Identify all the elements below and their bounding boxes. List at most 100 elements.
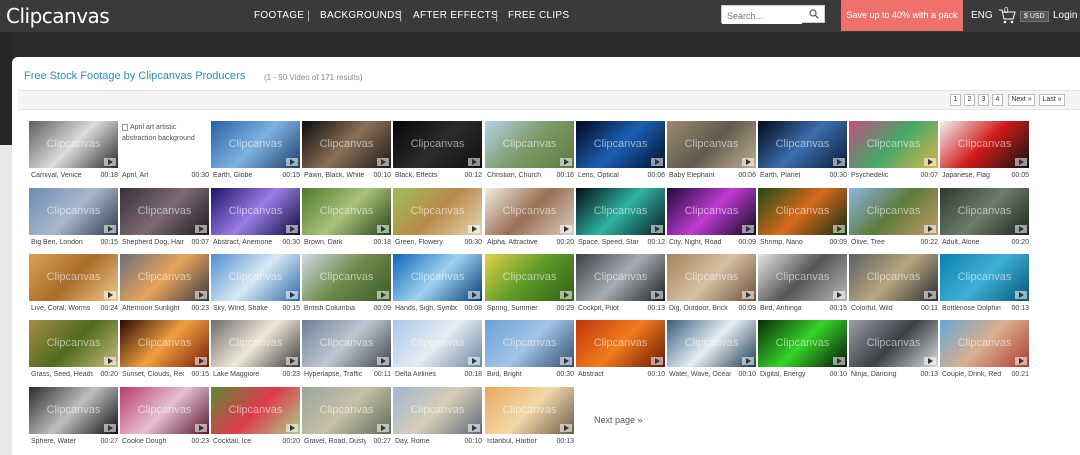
nav-free-clips[interactable]: FREE CLIPS	[508, 10, 569, 21]
clip-thumbnail[interactable]: Clipcanvas	[393, 188, 482, 235]
play-icon[interactable]	[286, 291, 298, 299]
play-icon[interactable]	[377, 357, 389, 365]
play-icon[interactable]	[560, 225, 572, 233]
currency-selector[interactable]: $ USD	[1020, 11, 1049, 22]
clip-thumbnail[interactable]: Clipcanvas	[29, 254, 118, 301]
clip-title[interactable]: City, Night, Road	[669, 239, 721, 246]
page-3-button[interactable]: 3	[978, 94, 989, 106]
clip-title[interactable]: Abstract	[578, 371, 604, 378]
play-icon[interactable]	[742, 225, 754, 233]
play-icon[interactable]	[377, 291, 389, 299]
clip-title[interactable]: Live, Coral, Worms	[31, 305, 90, 312]
page-4-button[interactable]: 4	[992, 94, 1003, 106]
nav-footage[interactable]: FOOTAGE	[254, 10, 304, 21]
play-icon[interactable]	[1015, 291, 1027, 299]
clip-title[interactable]: Green, Flowery	[395, 239, 443, 246]
play-icon[interactable]	[104, 357, 116, 365]
clip-title[interactable]: Cockpit, Pilot	[578, 305, 619, 312]
play-icon[interactable]	[742, 291, 754, 299]
clip-thumbnail[interactable]: Clipcanvas	[120, 254, 209, 301]
play-icon[interactable]	[560, 424, 572, 432]
clip-title[interactable]: Ninja, Dancing	[851, 371, 897, 378]
clip-title[interactable]: Day, Rome	[395, 438, 430, 445]
clip-title[interactable]: Shepherd Dog, Hair	[122, 239, 184, 246]
clip-title[interactable]: Big Ben, London	[31, 239, 83, 246]
play-icon[interactable]	[742, 357, 754, 365]
clip-title[interactable]: Earth, Globe	[213, 172, 252, 179]
clip-title[interactable]: British Columbia	[304, 305, 355, 312]
play-icon[interactable]	[377, 424, 389, 432]
clip-thumbnail[interactable]: Clipcanvas	[485, 254, 574, 301]
clip-thumbnail[interactable]: Clipcanvas	[302, 121, 391, 168]
clip-title[interactable]: Gravel, Road, Dusty	[304, 438, 366, 445]
clip-thumbnail[interactable]: Clipcanvas	[29, 188, 118, 235]
clip-title[interactable]: Abstract, Anemone	[213, 239, 272, 246]
search-input[interactable]	[722, 8, 802, 24]
last-button[interactable]: Last »	[1039, 94, 1065, 106]
play-icon[interactable]	[833, 291, 845, 299]
page-1-button[interactable]: 1	[950, 94, 961, 106]
clip-thumbnail[interactable]: Clipcanvas	[758, 320, 847, 367]
clip-thumbnail[interactable]: Clipcanvas	[940, 320, 1029, 367]
clip-title[interactable]: Lens, Optical	[578, 172, 619, 179]
clip-title[interactable]: Space, Speed, Star	[578, 239, 639, 246]
clip-title[interactable]: Shrimp, Nano	[760, 239, 803, 246]
clip-title[interactable]: Couple, Drink, Red	[942, 371, 1001, 378]
clip-thumbnail[interactable]: Clipcanvas	[576, 320, 665, 367]
play-icon[interactable]	[833, 357, 845, 365]
play-icon[interactable]	[1015, 357, 1027, 365]
clip-title[interactable]: Cocktail, Ice	[213, 438, 251, 445]
clip-thumbnail[interactable]: Clipcanvas	[211, 254, 300, 301]
clip-thumbnail[interactable]: Clipcanvas	[940, 188, 1029, 235]
play-icon[interactable]	[286, 424, 298, 432]
clip-title[interactable]: Bottlenose Dolphin	[942, 305, 1001, 312]
play-icon[interactable]	[560, 357, 572, 365]
clip-thumbnail[interactable]: Clipcanvas	[849, 254, 938, 301]
clip-thumbnail[interactable]: Clipcanvas	[302, 254, 391, 301]
play-icon[interactable]	[833, 225, 845, 233]
clip-thumbnail[interactable]: Clipcanvas	[302, 188, 391, 235]
clip-thumbnail[interactable]: Clipcanvas	[849, 121, 938, 168]
clip-thumbnail[interactable]: Clipcanvas	[940, 254, 1029, 301]
clip-thumbnail[interactable]: Clipcanvas	[393, 387, 482, 434]
clip-title[interactable]: Grass, Seed, Heads	[31, 371, 93, 378]
clip-title[interactable]: Christian, Church	[487, 172, 541, 179]
play-icon[interactable]	[560, 291, 572, 299]
play-icon[interactable]	[1015, 225, 1027, 233]
clip-thumbnail[interactable]: Clipcanvas	[940, 121, 1029, 168]
clip-thumbnail[interactable]: Clipcanvas	[849, 188, 938, 235]
clip-thumbnail[interactable]: Clipcanvas	[211, 320, 300, 367]
play-icon[interactable]	[377, 158, 389, 166]
clip-thumbnail[interactable]: Clipcanvas	[576, 121, 665, 168]
clip-thumbnail[interactable]: Clipcanvas	[393, 320, 482, 367]
clip-thumbnail[interactable]: Clipcanvas	[211, 121, 300, 168]
play-icon[interactable]	[195, 357, 207, 365]
clipcanvas-logo[interactable]: Clipcanvas	[6, 4, 110, 28]
search-icon[interactable]	[809, 9, 819, 19]
clip-title[interactable]: Baby Elephant	[669, 172, 715, 179]
clip-title[interactable]: Carnival, Venice	[31, 172, 82, 179]
clip-thumbnail[interactable]: Clipcanvas	[211, 188, 300, 235]
clip-title[interactable]: Digital, Energy	[760, 371, 806, 378]
clip-title[interactable]: Spring, Summer	[487, 305, 538, 312]
play-icon[interactable]	[468, 291, 480, 299]
clip-title[interactable]: Alpha, Attractive	[487, 239, 538, 246]
play-icon[interactable]	[377, 225, 389, 233]
play-icon[interactable]	[651, 357, 663, 365]
clip-title[interactable]: Bird, Bright	[487, 371, 522, 378]
clip-thumbnail[interactable]: Clipcanvas	[576, 188, 665, 235]
clip-thumbnail[interactable]: Clipcanvas	[667, 320, 756, 367]
clip-title[interactable]: Lake Maggiore	[213, 371, 259, 378]
clip-title[interactable]: Hyperlapse, Traffic	[304, 371, 362, 378]
clip-thumbnail[interactable]: Clipcanvas	[211, 387, 300, 434]
clip-thumbnail[interactable]: Clipcanvas	[758, 121, 847, 168]
clip-thumbnail[interactable]: Clipcanvas	[29, 320, 118, 367]
clip-title[interactable]: Hands, Sigh, Symbol	[395, 305, 457, 312]
play-icon[interactable]	[468, 357, 480, 365]
play-icon[interactable]	[104, 424, 116, 432]
clip-thumbnail[interactable]: Clipcanvas	[485, 188, 574, 235]
clip-thumbnail[interactable]: Clipcanvas	[485, 387, 574, 434]
clip-title[interactable]: Delta Airlines	[395, 371, 436, 378]
clip-title[interactable]: Dig, Outdoor, Brick	[669, 305, 728, 312]
login-link[interactable]: Login	[1053, 10, 1077, 21]
